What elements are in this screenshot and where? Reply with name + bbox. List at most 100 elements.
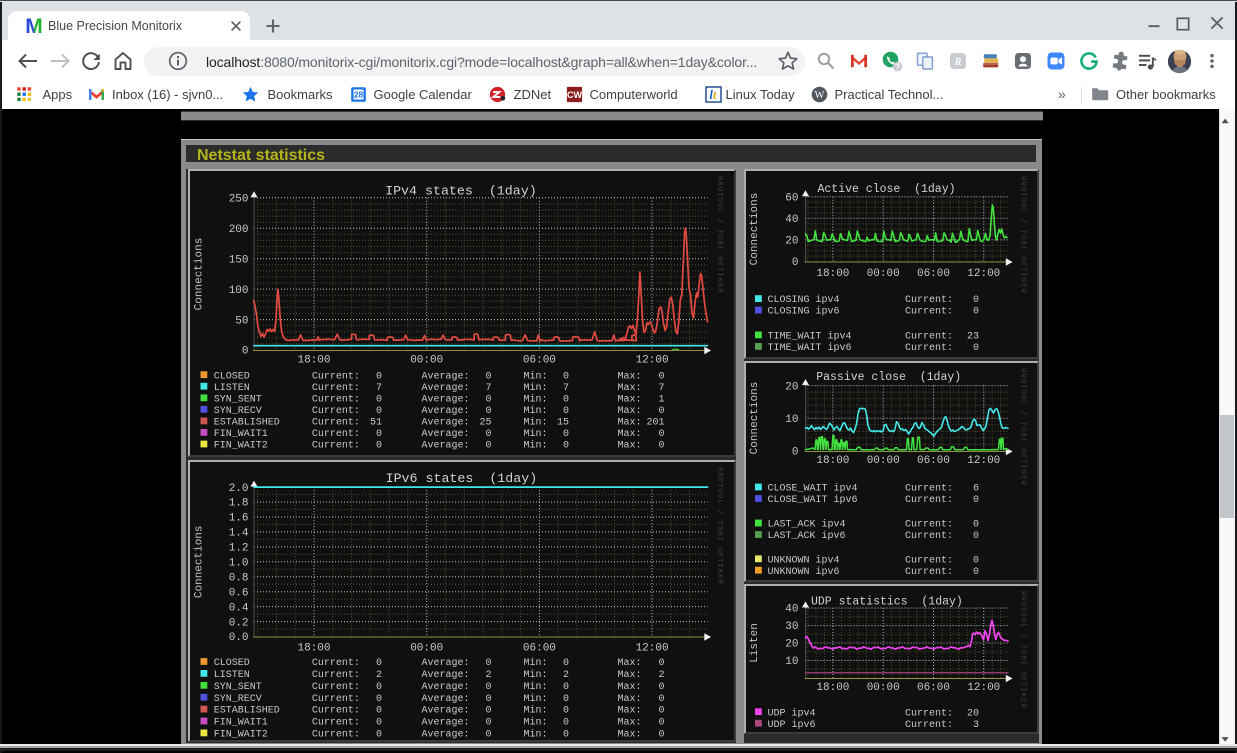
svg-text:0: 0 — [562, 693, 568, 704]
svg-text:1.6: 1.6 — [228, 512, 248, 524]
svg-text:Average:: Average: — [421, 729, 469, 740]
svg-text:0.8: 0.8 — [228, 572, 248, 584]
svg-text:0: 0 — [562, 717, 568, 728]
svg-text:0: 0 — [658, 406, 664, 417]
svg-text:SYN_SENT: SYN_SENT — [213, 394, 261, 405]
svg-text:Max:: Max: — [617, 383, 641, 394]
svg-text:Min:: Min: — [523, 370, 547, 382]
svg-text:6: 6 — [973, 484, 979, 495]
svg-text:Average:: Average: — [421, 693, 469, 704]
svg-text:Min:: Min: — [523, 680, 547, 692]
svg-text:0: 0 — [562, 705, 568, 716]
svg-text:0: 0 — [792, 257, 799, 269]
svg-text:Min:: Min: — [523, 417, 547, 429]
svg-text:Current:: Current: — [311, 705, 359, 716]
svg-text:Max:: Max: — [617, 670, 641, 681]
svg-text:Average:: Average: — [421, 717, 469, 728]
svg-text:Max:: Max: — [617, 441, 641, 452]
svg-text:7: 7 — [658, 383, 664, 394]
svg-text:0: 0 — [973, 295, 979, 306]
svg-text:Average:: Average: — [421, 371, 469, 382]
svg-text:Min:: Min: — [523, 405, 547, 417]
svg-text:RRDTOOL / TOBI OETIKER: RRDTOOL / TOBI OETIKER — [1019, 591, 1027, 709]
svg-text:TIME_WAIT ipv4: TIME_WAIT ipv4 — [768, 331, 852, 343]
svg-text:SYN_RECV: SYN_RECV — [213, 406, 261, 417]
svg-text:ESTABLISHED: ESTABLISHED — [213, 705, 279, 716]
svg-text:0: 0 — [485, 729, 491, 740]
svg-text:Listen: Listen — [749, 623, 761, 663]
svg-text:TIME_WAIT ipv6: TIME_WAIT ipv6 — [768, 342, 852, 354]
svg-text:Current:: Current: — [905, 343, 953, 354]
svg-text:Min:: Min: — [523, 440, 547, 452]
svg-text:FIN_WAIT2: FIN_WAIT2 — [213, 729, 267, 740]
svg-text:Current:: Current: — [311, 441, 359, 452]
svg-text:00:00: 00:00 — [867, 268, 900, 280]
svg-text:12:00: 12:00 — [967, 455, 1000, 467]
svg-text:0: 0 — [562, 394, 568, 405]
svg-text:UNKNOWN ipv4: UNKNOWN ipv4 — [768, 554, 840, 566]
svg-text:Min:: Min: — [523, 657, 547, 669]
svg-text:0: 0 — [792, 447, 799, 459]
svg-text:Passive close (1day): Passive close (1day) — [816, 371, 961, 384]
svg-text:Current:: Current: — [311, 658, 359, 669]
svg-text:Connections: Connections — [193, 525, 205, 598]
svg-text:1: 1 — [658, 394, 664, 405]
svg-text:Current:: Current: — [311, 429, 359, 440]
svg-text:Current:: Current: — [905, 567, 953, 578]
svg-text:FIN_WAIT1: FIN_WAIT1 — [213, 429, 267, 440]
svg-text:12:00: 12:00 — [967, 268, 1000, 280]
svg-text:Min:: Min: — [523, 716, 547, 728]
svg-text:0.4: 0.4 — [228, 602, 248, 614]
svg-text:0: 0 — [485, 693, 491, 704]
svg-text:10: 10 — [785, 656, 798, 668]
svg-text:0: 0 — [375, 441, 381, 452]
svg-text:Average:: Average: — [421, 681, 469, 692]
svg-text:15: 15 — [556, 418, 568, 429]
svg-text:20: 20 — [967, 708, 979, 719]
svg-text:0: 0 — [485, 429, 491, 440]
svg-text:RRDTOOL / TOBI OETIKER: RRDTOOL / TOBI OETIKER — [1019, 368, 1027, 486]
svg-text:Max:: Max: — [617, 681, 641, 692]
svg-text:Current:: Current: — [905, 708, 953, 719]
svg-text:0: 0 — [562, 406, 568, 417]
svg-text:W: W — [815, 90, 825, 101]
svg-text:0: 0 — [658, 658, 664, 669]
svg-text:LISTEN: LISTEN — [213, 670, 249, 681]
svg-text:06:00: 06:00 — [522, 642, 555, 654]
svg-text:Average:: Average: — [421, 394, 469, 405]
svg-text:0.0: 0.0 — [228, 632, 248, 644]
svg-text:0: 0 — [562, 681, 568, 692]
svg-text:51: 51 — [369, 418, 381, 429]
svg-text:0: 0 — [658, 717, 664, 728]
svg-text:Average:: Average: — [421, 670, 469, 681]
svg-text:Current:: Current: — [905, 307, 953, 318]
svg-text:0: 0 — [375, 681, 381, 692]
svg-text:06:00: 06:00 — [917, 455, 950, 467]
svg-text:0: 0 — [485, 441, 491, 452]
svg-text:25: 25 — [479, 418, 491, 429]
svg-text:Max:: Max: — [617, 693, 641, 704]
svg-text:2.0: 2.0 — [228, 482, 248, 494]
svg-text:R: R — [953, 57, 961, 68]
svg-text:20: 20 — [785, 639, 798, 651]
svg-text:0: 0 — [658, 693, 664, 704]
svg-text:7: 7 — [485, 383, 491, 394]
svg-text:06:00: 06:00 — [522, 354, 555, 366]
svg-text:Min:: Min: — [523, 669, 547, 681]
svg-text:Min:: Min: — [523, 704, 547, 716]
svg-text:CLOSING ipv4: CLOSING ipv4 — [768, 294, 840, 306]
svg-text:0: 0 — [241, 346, 248, 358]
svg-text:00:00: 00:00 — [410, 354, 443, 366]
svg-text:UNKNOWN ipv6: UNKNOWN ipv6 — [768, 566, 840, 578]
svg-text:28: 28 — [354, 90, 364, 100]
svg-text:3: 3 — [973, 720, 979, 731]
svg-text:0: 0 — [973, 531, 979, 542]
svg-text:1.2: 1.2 — [228, 542, 248, 554]
svg-text:SYN_RECV: SYN_RECV — [213, 693, 261, 704]
svg-text:Max:: Max: — [617, 717, 641, 728]
svg-text:Max:: Max: — [617, 705, 641, 716]
svg-text:0: 0 — [375, 717, 381, 728]
svg-text:0: 0 — [973, 307, 979, 318]
svg-text:2: 2 — [562, 670, 568, 681]
svg-text:Max:: Max: — [617, 406, 641, 417]
